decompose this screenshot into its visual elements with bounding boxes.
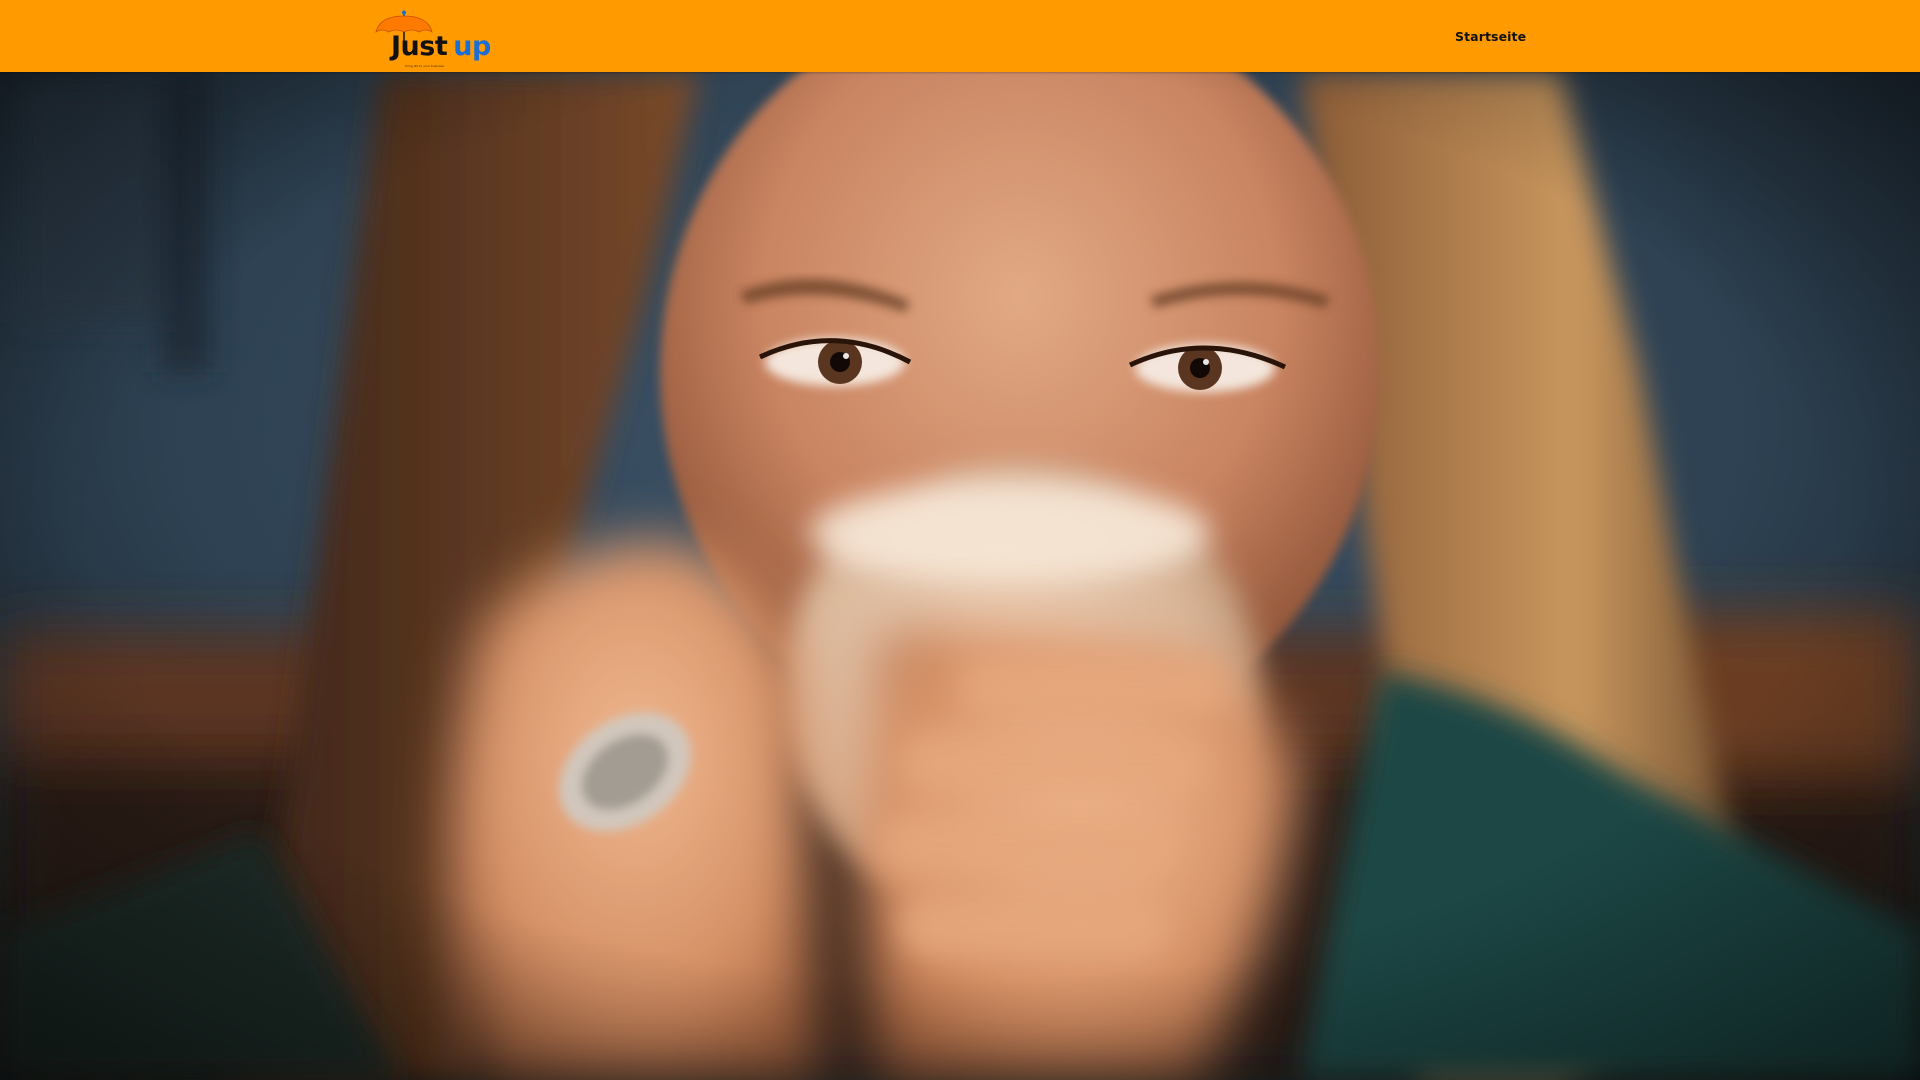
- site-header: Just up bring life to your business Start…: [0, 0, 1920, 72]
- page: Just up bring life to your business Start…: [0, 0, 1920, 1080]
- logo-tagline: bring life to your business: [405, 64, 444, 68]
- logo-word-just: Just: [391, 31, 448, 62]
- main-nav: Startseite: [1455, 26, 1526, 46]
- site-logo[interactable]: Just up bring life to your business: [372, 10, 491, 72]
- nav-link-startseite[interactable]: Startseite: [1455, 29, 1526, 44]
- logo-word-up: up: [453, 31, 491, 62]
- hero-image: [0, 72, 1920, 1080]
- photo-woman-drinking-coffee: [0, 72, 1920, 1080]
- logo-wordmark: Just up: [391, 33, 491, 60]
